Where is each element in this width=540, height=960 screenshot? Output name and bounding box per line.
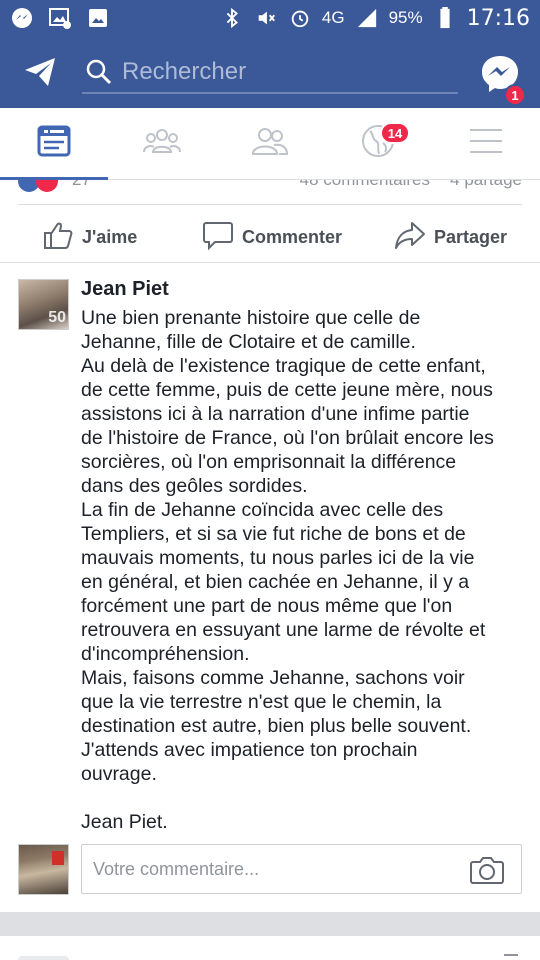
comment-input[interactable] (93, 858, 453, 880)
bluetooth-icon (220, 6, 244, 30)
tab-friends[interactable] (216, 108, 324, 179)
like-button[interactable]: J'aime (42, 219, 137, 256)
status-bar: 4G 95% 17:16 (0, 0, 540, 36)
like-label: J'aime (82, 227, 138, 247)
share-label: Partager (434, 227, 508, 247)
reply-composer (0, 842, 540, 898)
signal-icon (355, 6, 379, 30)
comment-label: Commenter (242, 227, 343, 247)
search-icon (84, 57, 114, 87)
friends-icon (250, 124, 290, 163)
tab-notifications[interactable] (324, 108, 432, 179)
share-arrow-icon (394, 219, 426, 256)
battery-icon (433, 6, 457, 30)
gallery-icon (86, 6, 110, 30)
shares-count[interactable]: 4 partage (450, 180, 522, 190)
thumbs-up-icon (42, 219, 74, 256)
feed-separator (0, 912, 540, 936)
reaction-count[interactable]: 27 (72, 180, 91, 190)
camera-icon[interactable] (469, 854, 505, 886)
news-feed-icon (37, 124, 71, 163)
comments-count[interactable]: 48 commentaires (300, 180, 430, 190)
messenger-notification-icon (10, 6, 34, 30)
chevron-down-icon[interactable] (504, 954, 518, 960)
battery-percent: 95% (388, 8, 423, 27)
comment-author[interactable]: Jean Piet (81, 278, 169, 301)
alarm-icon (288, 6, 312, 30)
tab-bar: 14 (0, 108, 540, 180)
tab-news-feed[interactable] (0, 108, 108, 180)
comment-box[interactable] (81, 844, 522, 894)
comment-button[interactable]: Commenter (202, 219, 342, 256)
next-post-card (0, 936, 540, 960)
tab-groups[interactable] (108, 108, 216, 179)
messenger-badge: 1 (504, 84, 526, 106)
post-summary: 27 48 commentaires 4 partage (0, 180, 540, 204)
avatar-overlay-text: 50 (48, 309, 66, 326)
love-reaction-icon (36, 180, 58, 192)
reactions-icons[interactable] (18, 180, 58, 192)
send-icon[interactable] (22, 54, 58, 90)
groups-icon (142, 124, 182, 163)
comment-bubble-icon (202, 219, 234, 256)
comment-text: Une bien prenante histoire que celle de … (81, 307, 494, 833)
mute-icon (254, 6, 278, 30)
search-input[interactable] (122, 58, 442, 86)
avatar (18, 844, 69, 895)
search-bar[interactable] (82, 52, 458, 94)
hamburger-icon (468, 126, 504, 161)
network-type: 4G (321, 8, 345, 27)
clock: 17:16 (466, 5, 530, 31)
top-app-bar: 1 (0, 36, 540, 108)
image-notification-icon (48, 6, 72, 30)
tab-menu[interactable] (432, 108, 540, 179)
notifications-badge: 14 (380, 122, 410, 144)
avatar[interactable]: 50 (18, 279, 69, 330)
post-actions: J'aime Commenter Partager (0, 205, 540, 263)
share-button[interactable]: Partager (394, 219, 507, 256)
